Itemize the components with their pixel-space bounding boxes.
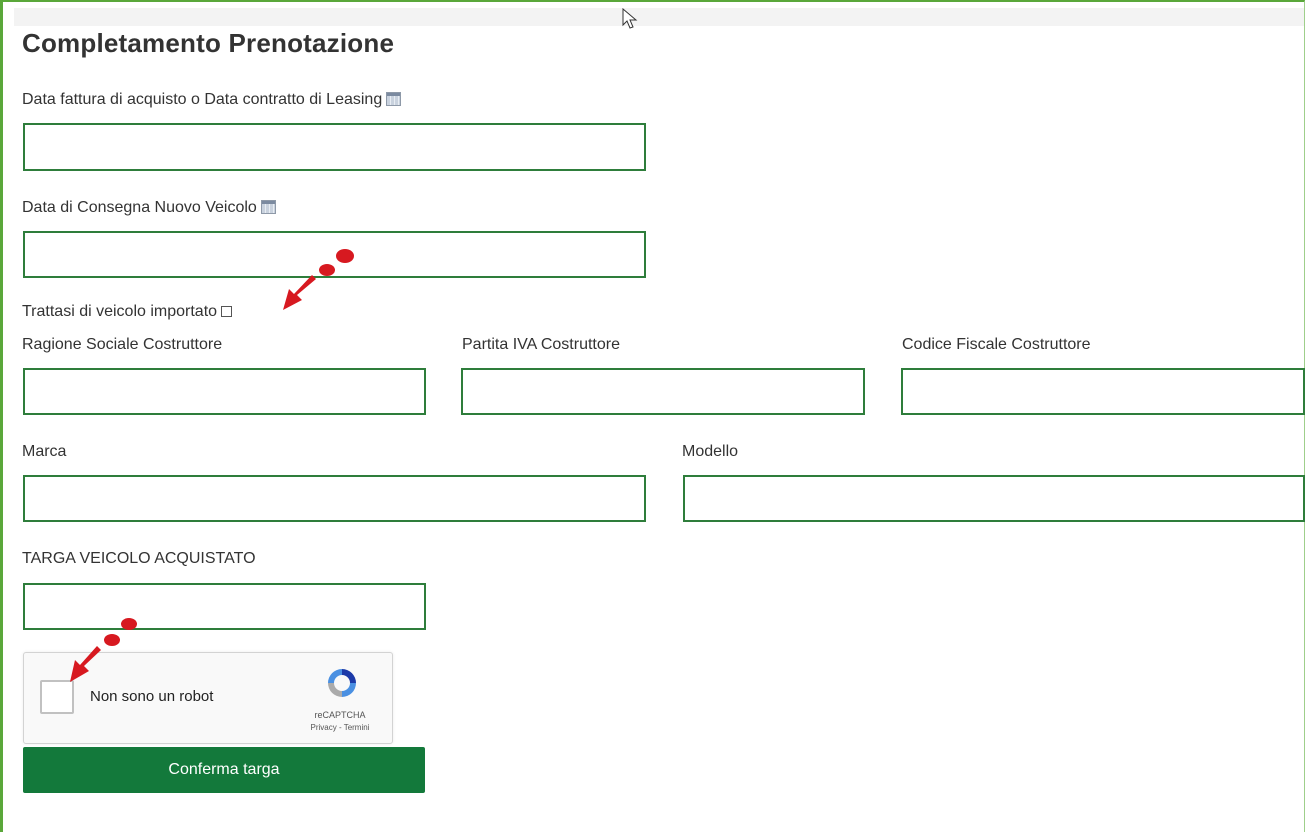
brand-field[interactable] xyxy=(23,475,646,522)
model-label: Modello xyxy=(682,443,739,460)
manufacturer-vat-field[interactable] xyxy=(461,368,865,415)
manufacturer-vat-label: Partita IVA Costruttore xyxy=(462,336,620,353)
delivery-date-label: Data di Consegna Nuovo Veicolo xyxy=(22,199,257,216)
recaptcha-brand: reCAPTCHA xyxy=(314,710,366,720)
recaptcha-logo-icon xyxy=(328,669,356,697)
imported-vehicle-checkbox[interactable] xyxy=(221,306,233,317)
invoice-date-label-row: Data fattura di acquisto o Data contratt… xyxy=(22,91,402,109)
recaptcha-label: Non sono un robot xyxy=(90,688,214,705)
imported-vehicle-label: Trattasi di veicolo importato xyxy=(22,303,218,320)
manufacturer-tax-code-label: Codice Fiscale Costruttore xyxy=(902,336,1091,353)
confirm-plate-button[interactable]: Conferma targa xyxy=(23,747,425,793)
manufacturer-name-label: Ragione Sociale Costruttore xyxy=(22,336,223,353)
imported-vehicle-row: Trattasi di veicolo importato xyxy=(22,303,233,321)
manufacturer-name-field[interactable] xyxy=(23,368,426,415)
calendar-icon[interactable] xyxy=(386,92,402,106)
mouse-cursor-icon xyxy=(622,8,638,29)
red-arrow-annotation-icon xyxy=(283,249,354,310)
red-arrow-annotation-icon xyxy=(70,618,137,682)
model-field[interactable] xyxy=(683,475,1305,522)
brand-label: Marca xyxy=(22,443,67,460)
page-title: Completamento Prenotazione xyxy=(22,28,395,58)
manufacturer-tax-code-field[interactable] xyxy=(901,368,1305,415)
calendar-icon[interactable] xyxy=(260,200,276,214)
recaptcha-links[interactable]: Privacy - Termini xyxy=(294,723,386,732)
invoice-date-label: Data fattura di acquisto o Data contratt… xyxy=(22,91,383,108)
invoice-date-field[interactable] xyxy=(23,123,646,171)
delivery-date-label-row: Data di Consegna Nuovo Veicolo xyxy=(22,199,276,217)
plate-label: TARGA VEICOLO ACQUISTATO xyxy=(22,550,256,567)
top-strip xyxy=(14,8,1304,26)
